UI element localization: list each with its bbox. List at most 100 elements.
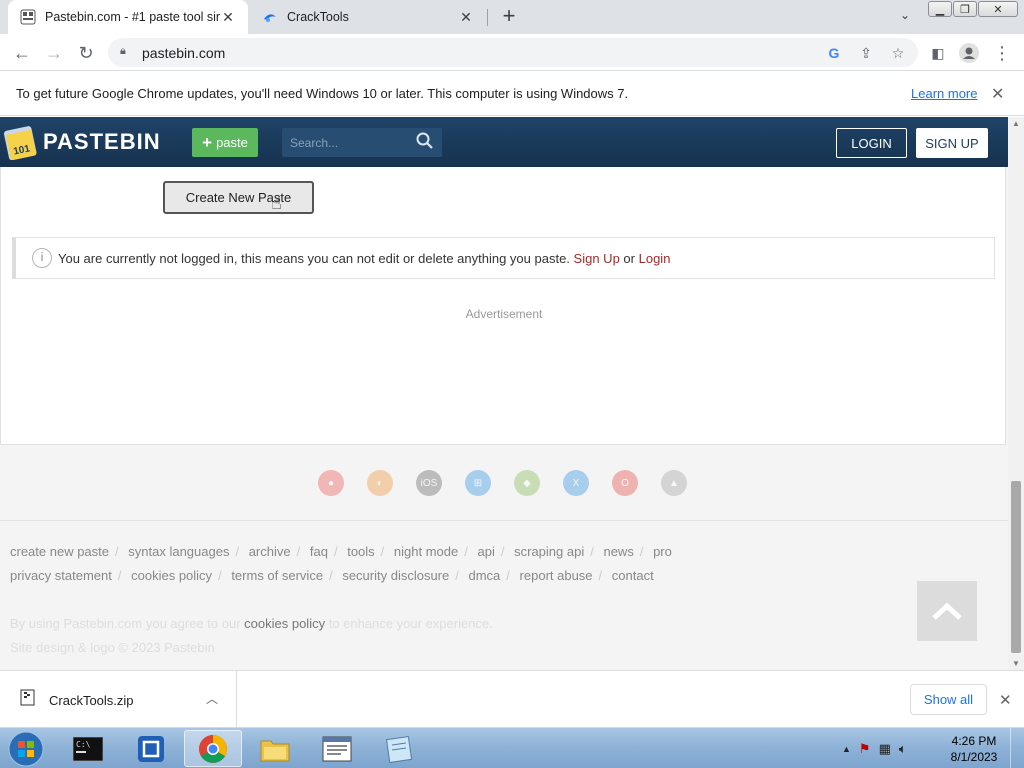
tab-pastebin[interactable]: Pastebin.com - #1 paste tool sinc ✕ [8,0,248,34]
back-icon[interactable]: ← [10,41,34,65]
pastebin-favicon-icon [20,9,36,25]
android-icon[interactable]: ◆ [514,470,540,496]
notice-login-link[interactable]: Login [639,251,671,266]
footer-link[interactable]: dmca [469,568,501,583]
cracktools-favicon-icon [262,9,278,25]
tab-search-icon[interactable]: ⌄ [896,8,914,26]
download-bar: CrackTools.zip ︿ Show all ✕ [0,670,1024,727]
action-center-warning-icon[interactable]: ⚑ [859,741,871,757]
footer-link[interactable]: archive [249,544,291,559]
footer-link[interactable]: api [478,544,495,559]
chrome-icon[interactable]: ● [318,470,344,496]
taskbar-clock[interactable]: 4:26 PM 8/1/2023 [944,733,1004,765]
minimize-icon[interactable]: ▁ [928,1,952,17]
footer-links-row-2: privacy statement / cookies policy / terms… [10,568,654,583]
macos-icon[interactable]: X [563,470,589,496]
forward-icon[interactable]: → [42,41,66,65]
google-icon[interactable]: G [826,45,842,61]
footer-link[interactable]: contact [612,568,654,583]
learn-more-link[interactable]: Learn more [911,86,977,101]
menu-kebab-icon[interactable]: ⋮ [990,41,1014,65]
new-tab-icon[interactable]: + [498,5,520,28]
svg-text:C:\: C:\ [76,740,91,749]
page-scrollbar[interactable]: ▲ ▼ [1008,117,1024,670]
signup-button[interactable]: SIGN UP [916,128,988,158]
login-button[interactable]: LOGIN [836,128,907,158]
tab-close-icon[interactable]: ✕ [458,9,474,25]
footer-link[interactable]: pro [653,544,672,559]
footer-link[interactable]: create new paste [10,544,109,559]
footer-link[interactable]: security disclosure [342,568,449,583]
cookies-policy-link[interactable]: cookies policy [244,616,325,631]
show-all-button[interactable]: Show all [910,684,987,715]
footer-link[interactable]: syntax languages [128,544,229,559]
folder-icon [260,740,290,761]
url-text: pastebin.com [142,45,226,61]
new-paste-button[interactable]: + paste [192,128,258,157]
download-bar-close-icon[interactable]: ✕ [999,691,1012,709]
infobar-close-icon[interactable]: ✕ [991,84,1004,104]
create-new-paste-button[interactable]: Create New Paste [163,181,314,214]
tab-separator [487,9,488,26]
network-icon[interactable]: ▦ [879,741,891,757]
scroll-down-icon[interactable]: ▼ [1012,659,1020,668]
footer-link[interactable]: report abuse [520,568,593,583]
linux-icon[interactable]: ▲ [661,470,687,496]
pastebin-search[interactable]: Search... [282,128,442,157]
restore-icon[interactable]: ❐ [953,1,977,17]
footer-link[interactable]: faq [310,544,328,559]
show-desktop-button[interactable] [1010,728,1024,768]
show-hidden-icons-icon[interactable]: ▲ [842,744,851,754]
reload-icon[interactable]: ↻ [74,41,98,65]
footer-link[interactable]: privacy statement [10,568,112,583]
ios-icon[interactable]: iOS [416,470,442,496]
taskbar-cmd[interactable]: C:\ [59,730,117,767]
taskbar-explorer[interactable] [246,730,304,767]
footer-links-row-1: create new paste / syntax languages / arch… [10,544,672,559]
taskbar-remote[interactable] [122,730,180,767]
infobar-message: To get future Google Chrome updates, you… [16,86,629,101]
footer-link[interactable]: scraping api [514,544,584,559]
side-panel-icon[interactable]: ◧ [926,41,950,65]
profile-avatar-icon[interactable] [957,41,981,65]
share-icon[interactable]: ⇪ [858,45,874,61]
tab-cracktools[interactable]: CrackTools ✕ [250,0,486,34]
lock-icon: 🔒︎ [120,45,126,57]
zip-file-icon [20,689,35,706]
search-icon[interactable] [416,132,434,150]
notice-signup-link[interactable]: Sign Up [574,251,620,266]
tab-title: Pastebin.com - #1 paste tool sinc [45,10,220,24]
download-item[interactable]: CrackTools.zip ︿ [0,671,237,727]
notepad-icon [386,735,413,763]
window-close-icon[interactable]: ✕ [978,1,1018,17]
search-placeholder: Search... [290,136,339,150]
scroll-to-top-button[interactable] [917,581,977,641]
footer-link[interactable]: night mode [394,544,458,559]
clock-time: 4:26 PM [951,734,997,748]
taskbar-notepad[interactable] [370,730,428,767]
volume-muted-icon[interactable]: 🔈︎ [899,741,907,757]
footer-link[interactable]: cookies policy [131,568,212,583]
taskbar-window[interactable] [308,730,366,767]
address-bar[interactable]: 🔒︎ pastebin.com G ⇪ ☆ [108,38,918,67]
pastebin-logo-icon[interactable]: 101 [4,122,38,160]
tab-close-icon[interactable]: ✕ [220,9,236,25]
scrollbar-thumb[interactable] [1011,481,1021,653]
footer-link[interactable]: tools [347,544,374,559]
notice-text: You are currently not logged in, this me… [58,251,671,266]
footer-link[interactable]: news [603,544,633,559]
taskbar-chrome[interactable] [184,730,242,767]
footer-link[interactable]: terms of service [231,568,323,583]
firefox-icon[interactable]: ◐ [367,470,393,496]
not-logged-in-notice: i You are currently not logged in, this … [12,237,995,279]
content-panel: Create New Paste ☝︎ i You are currently … [0,167,1006,445]
chevron-up-icon[interactable]: ︿ [206,690,218,707]
pastebin-logo-text[interactable]: PASTEBIN [43,129,161,155]
windows-icon[interactable]: ⊞ [465,470,491,496]
bookmark-star-icon[interactable]: ☆ [890,45,906,61]
opera-icon[interactable]: O [612,470,638,496]
scroll-up-icon[interactable]: ▲ [1012,119,1020,128]
windows-taskbar: C:\ ▲ ⚑ ▦ 🔈︎ 4:26 PM 8/1/2023 [0,727,1024,768]
start-button[interactable] [3,729,49,768]
hand-cursor-icon: ☝︎ [271,193,282,213]
